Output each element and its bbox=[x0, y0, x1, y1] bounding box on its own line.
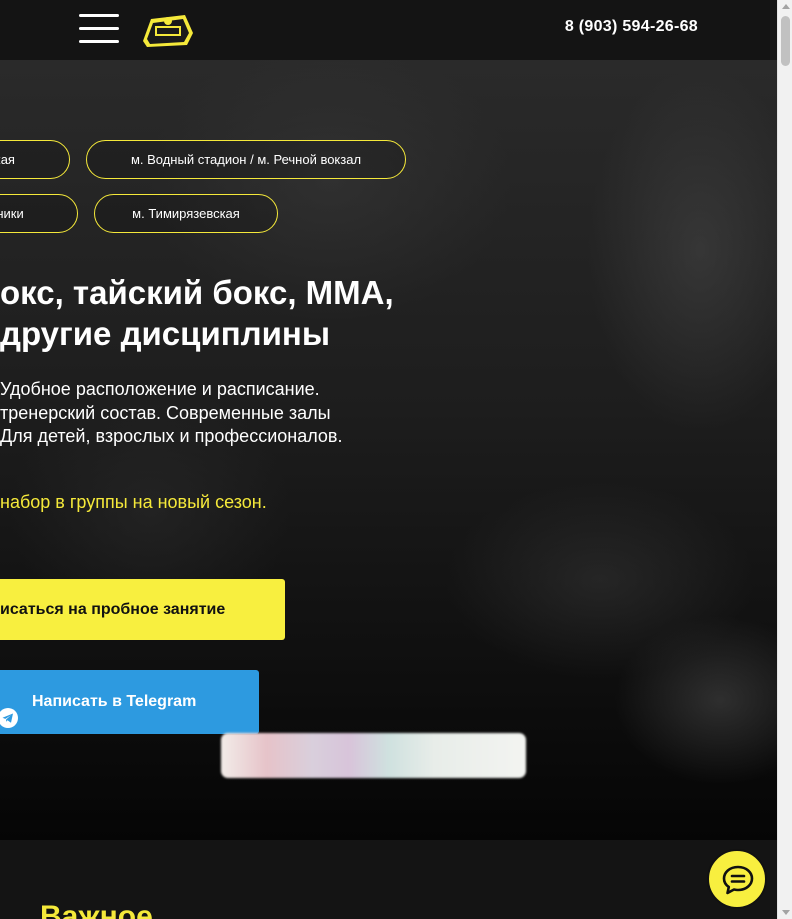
hero-description-line: Для детей, взрослых и профессионалов. bbox=[0, 426, 343, 446]
hero-section: рская м. Водный стадион / м. Речной вокз… bbox=[0, 60, 777, 840]
hero-title: окс, тайский бокс, ММА, другие дисциплин… bbox=[0, 272, 394, 354]
page-scrollbar[interactable] bbox=[777, 0, 792, 919]
chat-widget-button[interactable] bbox=[707, 849, 767, 909]
club-logo-icon[interactable] bbox=[137, 11, 197, 49]
hero-title-line: окс, тайский бокс, ММА, bbox=[0, 274, 394, 311]
telegram-button-label: Написать в Telegram bbox=[32, 693, 197, 710]
important-section: Важное bbox=[0, 840, 777, 919]
section-title: Важное bbox=[40, 900, 153, 919]
metro-chip[interactable]: м. Тимирязевская bbox=[94, 194, 278, 233]
telegram-plane-icon bbox=[0, 692, 18, 728]
scroll-up-arrow-icon[interactable] bbox=[782, 4, 790, 9]
phone-number[interactable]: 8 (903) 594-26-68 bbox=[565, 18, 698, 36]
hamburger-menu-icon[interactable] bbox=[79, 14, 119, 44]
scroll-thumb[interactable] bbox=[781, 16, 790, 66]
hero-title-line: другие дисциплины bbox=[0, 315, 331, 352]
metro-chip[interactable]: м. Водный стадион / м. Речной вокзал bbox=[86, 140, 406, 179]
hero-description-line: тренерский состав. Современные залы bbox=[0, 402, 331, 423]
telegram-button[interactable]: Написать в Telegram bbox=[0, 670, 259, 734]
hero-description: Удобное расположение и расписание. трене… bbox=[0, 378, 342, 449]
blurred-image-strip bbox=[221, 733, 526, 778]
scroll-down-arrow-icon[interactable] bbox=[782, 910, 790, 915]
trial-class-button[interactable]: исаться на пробное занятие bbox=[0, 579, 285, 640]
chat-bubble-icon bbox=[722, 865, 754, 895]
hero-description-line: Удобное расположение и расписание. bbox=[0, 379, 320, 399]
metro-chip[interactable]: рская bbox=[0, 140, 70, 179]
site-header: 8 (903) 594-26-68 bbox=[0, 0, 777, 60]
metro-chip[interactable]: ужники bbox=[0, 194, 78, 233]
season-announcement: набор в группы на новый сезон. bbox=[0, 492, 267, 512]
